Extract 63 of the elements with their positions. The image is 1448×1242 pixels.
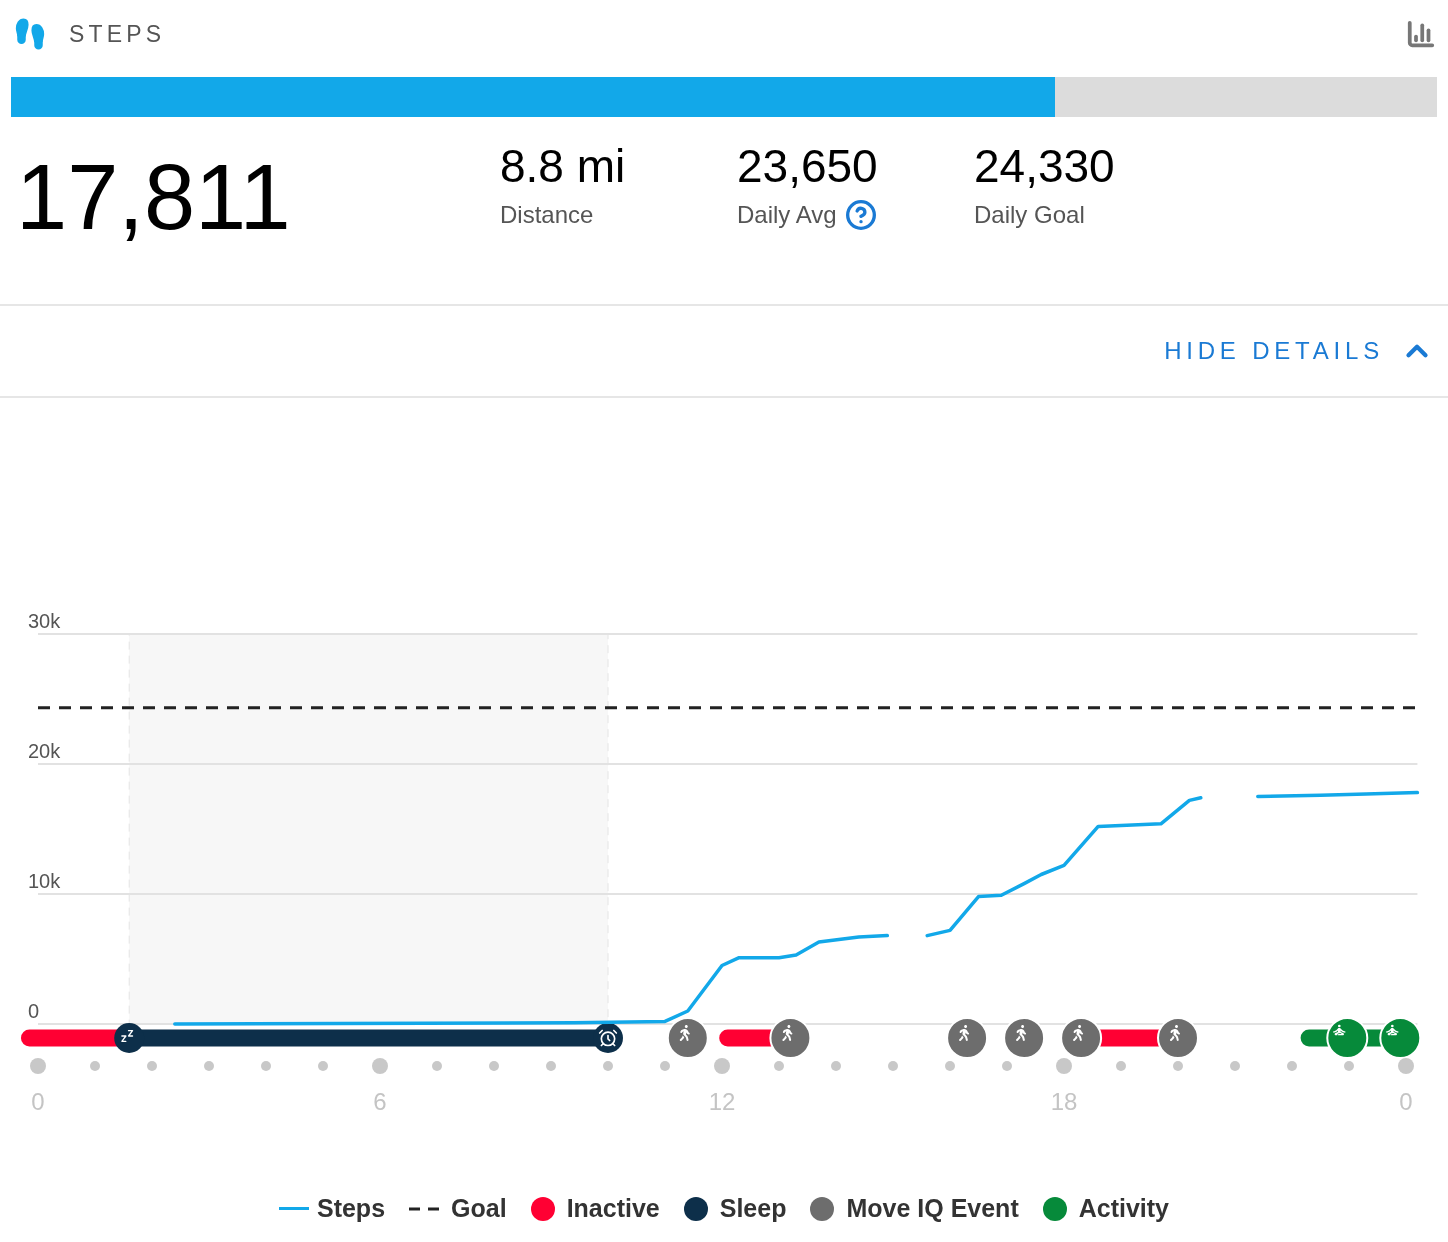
legend-label: Inactive	[566, 1193, 660, 1224]
hour-dot	[1173, 1061, 1183, 1071]
x-axis-label: 12	[708, 1088, 736, 1115]
legend-label: Steps	[316, 1193, 386, 1224]
dashed-line-swatch-icon	[409, 1206, 440, 1211]
hour-dot	[1002, 1061, 1012, 1071]
walking-person-icon	[1003, 1017, 1046, 1059]
x-axis-label: 0	[1399, 1088, 1413, 1115]
alarm-clock-icon	[593, 1023, 623, 1053]
bar-chart-icon[interactable]	[1406, 19, 1436, 49]
meditation-icon	[1379, 1017, 1422, 1059]
meditation-icon	[1326, 1017, 1369, 1059]
hour-dot	[489, 1061, 499, 1071]
total-steps: 17,811	[16, 143, 500, 304]
legend-label: Activity	[1078, 1193, 1170, 1224]
legend-label: Goal	[451, 1193, 507, 1224]
hour-dot	[30, 1058, 46, 1074]
hour-dot	[1398, 1058, 1414, 1074]
hour-dot	[888, 1061, 898, 1071]
hide-details-button[interactable]: HIDE DETAILS	[1164, 333, 1434, 369]
hour-dot	[774, 1061, 784, 1071]
y-axis-label: 0	[28, 1000, 40, 1022]
walking-person-icon	[1060, 1017, 1103, 1059]
hour-dot	[831, 1061, 841, 1071]
x-axis-label: 18	[1050, 1088, 1078, 1115]
walking-person-icon	[1157, 1017, 1199, 1059]
x-axis-label: 0	[31, 1088, 45, 1115]
hour-dot	[432, 1061, 442, 1071]
legend-label: Move IQ Event	[846, 1193, 1019, 1224]
hour-dot	[1056, 1058, 1072, 1074]
hour-dot	[603, 1061, 613, 1071]
stat-value: 24,330	[974, 143, 1116, 189]
y-axis-label: 20k	[28, 740, 61, 762]
legend-label: Sleep	[719, 1193, 787, 1224]
hour-dot	[147, 1061, 157, 1071]
hour-dot	[372, 1058, 388, 1074]
walking-person-icon	[769, 1017, 812, 1059]
stat-label: Daily Avg	[737, 200, 837, 230]
stat-label: Distance	[500, 200, 594, 230]
hour-dot	[318, 1061, 328, 1071]
hour-dot	[546, 1061, 556, 1071]
hour-dot	[1230, 1061, 1240, 1071]
hour-dot	[1287, 1061, 1297, 1071]
sleep-icon	[114, 1023, 145, 1053]
card-title: STEPS	[69, 19, 166, 49]
help-icon[interactable]	[844, 199, 877, 231]
y-axis-label: 10k	[28, 870, 61, 892]
hour-dot	[1344, 1061, 1354, 1071]
hour-dot	[90, 1061, 100, 1071]
hour-dot	[204, 1061, 214, 1071]
x-axis-label: 6	[373, 1088, 387, 1115]
stat-value: 8.8 mi	[500, 143, 627, 189]
walking-person-icon	[666, 1017, 709, 1059]
hour-dot	[945, 1061, 955, 1071]
hour-dot	[261, 1061, 271, 1071]
stat-label: Daily Goal	[974, 200, 1085, 230]
walking-person-icon	[946, 1017, 989, 1059]
hour-dot	[660, 1061, 670, 1071]
hour-dot	[714, 1058, 730, 1074]
y-axis-label: 30k	[28, 610, 61, 632]
hour-dot	[1116, 1061, 1126, 1071]
stat-value: 23,650	[737, 143, 879, 189]
footprints-icon	[13, 17, 47, 51]
